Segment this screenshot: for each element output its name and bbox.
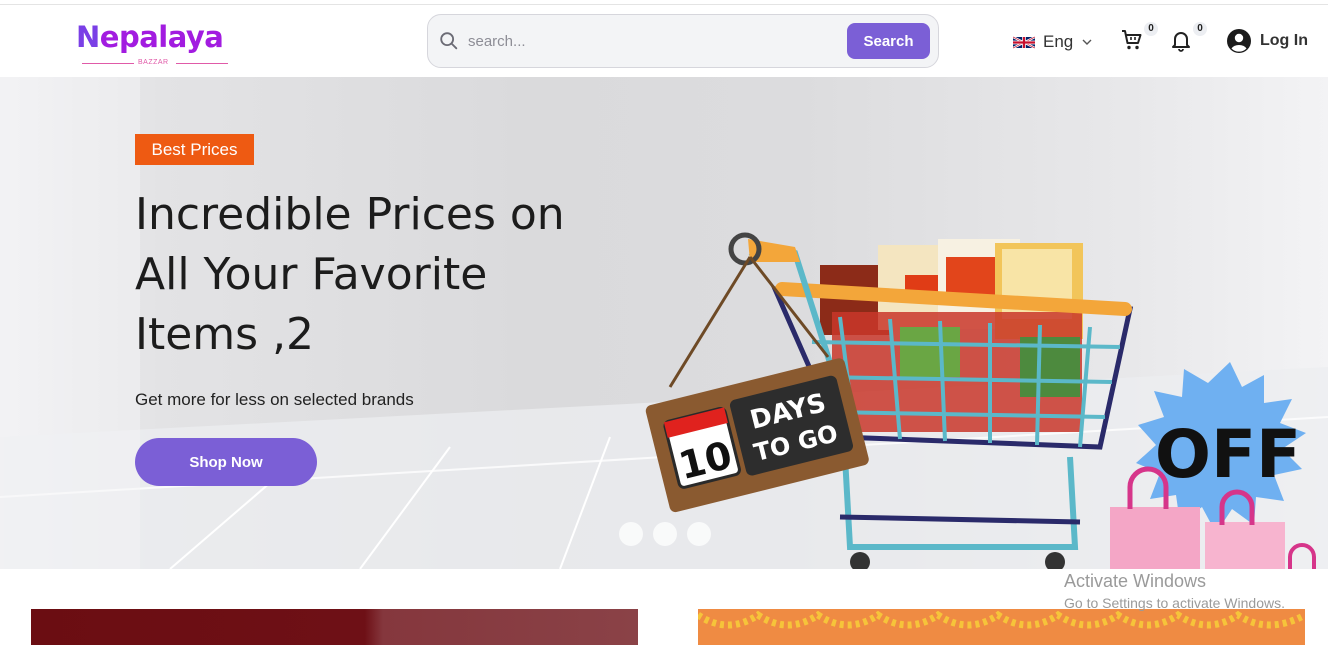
search-bar: Search [427,14,939,68]
carousel-indicators [619,522,711,546]
cart-wheel [850,552,870,569]
off-burst-text: OFF [1155,416,1301,493]
windows-activation-watermark: Activate Windows Go to Settings to activ… [1064,570,1285,612]
notifications-button[interactable]: 0 [1169,22,1207,56]
marigold-garland-decoration [698,610,1305,629]
shop-now-button[interactable]: Shop Now [135,438,317,486]
hero-title: Incredible Prices on All Your Favorite I… [135,189,565,360]
shopping-cart-illustration: 10 DAYS TO GO OFF [645,232,1316,569]
carousel-dot-3[interactable] [687,522,711,546]
countdown-tag: 10 DAYS TO GO [645,358,869,513]
search-icon [440,32,458,50]
chevron-down-icon [1082,39,1092,45]
watermark-title: Activate Windows [1064,571,1207,591]
hero-carousel: Best Prices Incredible Prices on All You… [0,77,1328,569]
notification-count-badge: 0 [1193,22,1207,36]
logo-wordmark: Nepalaya [76,19,224,55]
logo-subtitle: BAZZAR [82,59,232,69]
logo-rule-left [82,63,134,64]
hero-subtitle: Get more for less on selected brands [135,390,414,409]
promo-banner-right[interactable] [698,609,1305,645]
search-input[interactable] [466,26,836,56]
language-label: Eng [1043,32,1074,51]
product-box [900,327,960,377]
best-prices-badge: Best Prices [135,134,254,165]
cart-count-badge: 0 [1144,22,1158,36]
bell-icon [1172,32,1190,52]
login-label: Log In [1260,32,1308,49]
language-selector[interactable]: Eng [1013,31,1093,53]
logo-name: epalaya [99,20,224,54]
uk-flag-icon [1013,35,1035,49]
logo-initial: N [76,20,100,54]
promo-banner-left[interactable] [31,609,638,645]
site-header: Nepalaya BAZZAR Search Eng [0,5,1328,77]
tag-string [668,256,752,388]
logo-subtitle-text: BAZZAR [138,59,169,66]
carousel-dot-2[interactable] [653,522,677,546]
user-icon [1227,29,1251,53]
cart-icon [1122,30,1142,50]
cart-wheel [1045,552,1065,569]
watermark-subtitle: Go to Settings to activate Windows. [1064,595,1285,611]
carousel-dot-1[interactable] [619,522,643,546]
logo-rule-right [176,63,228,64]
cart-button[interactable]: 0 [1120,22,1158,56]
search-button[interactable]: Search [847,23,930,59]
brand-logo[interactable]: Nepalaya BAZZAR [76,19,236,69]
cart-base [842,456,1079,550]
login-button[interactable]: Log In [1226,27,1308,55]
